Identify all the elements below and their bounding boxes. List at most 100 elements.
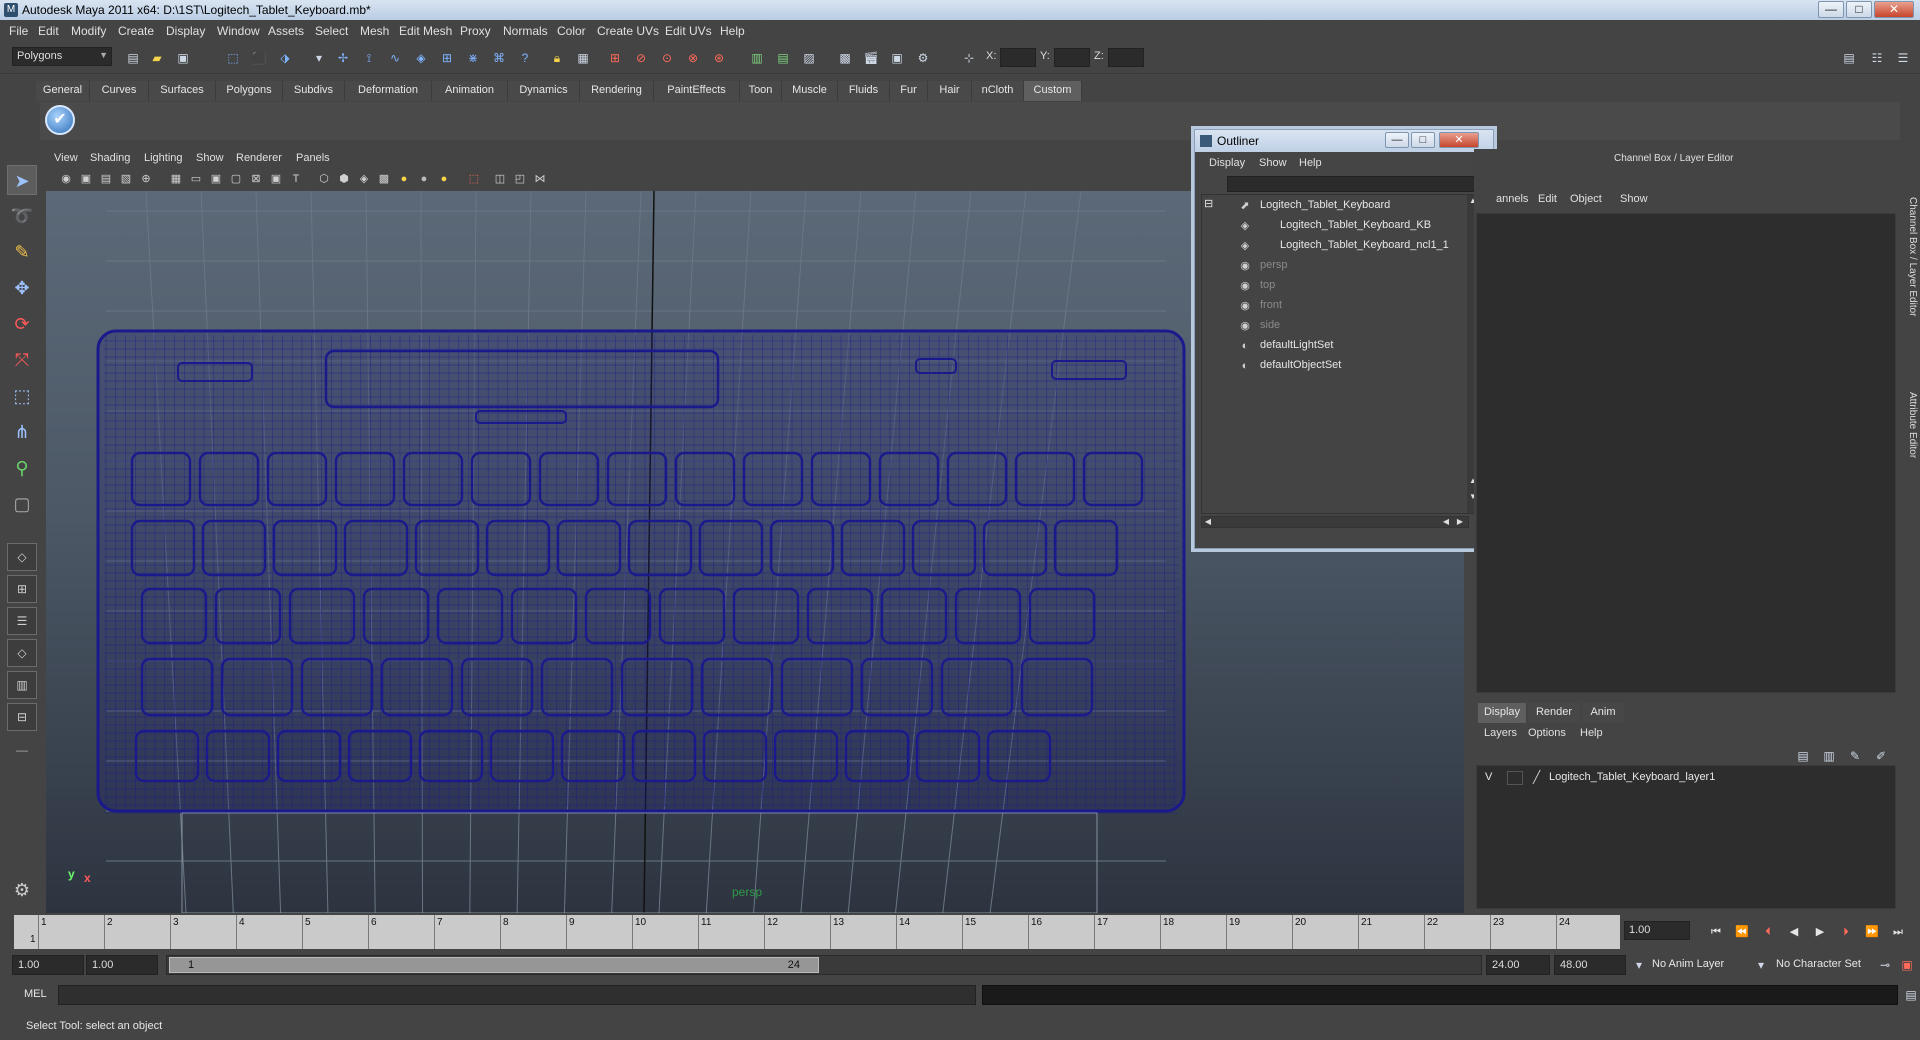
animation-preferences-icon[interactable]: ▣ (1898, 956, 1916, 974)
snap-grid-icon[interactable]: ⊞ (606, 49, 624, 67)
viewport-menu-shading[interactable]: Shading (90, 152, 130, 164)
menu-create-uvs[interactable]: Create UVs (597, 24, 659, 38)
menu-proxy[interactable]: Proxy (460, 24, 491, 38)
make-live-icon[interactable]: ⊛ (710, 49, 728, 67)
menu-assets[interactable]: Assets (268, 24, 304, 38)
bookmark-icon[interactable]: ▤ (98, 171, 114, 187)
step-forward-key-icon[interactable]: ⏩ (1864, 924, 1880, 940)
outliner-maximize-button[interactable]: □ (1411, 132, 1435, 148)
outliner-close-button[interactable]: ✕ (1439, 132, 1479, 148)
time-slider[interactable]: 1 2 3 4 5 6 7 8 9 10 11 12 13 14 15 16 17 18 19 20 21 22 23 24 … (14, 915, 1620, 949)
xray-icon[interactable]: ◫ (492, 171, 508, 187)
layer-tab-anim[interactable]: Anim (1582, 703, 1624, 723)
side-tab-attribute-editor[interactable]: Attribute Editor (1902, 365, 1918, 485)
transform-field-icon[interactable]: ⊹ (960, 49, 978, 67)
viewport-menu-renderer[interactable]: Renderer (236, 152, 282, 164)
toggle-attribute-editor-icon[interactable]: ▤ (1840, 49, 1858, 67)
paint-select-tool-icon[interactable]: ✎ (7, 237, 37, 267)
select-surfaces-icon[interactable]: ◈ (412, 49, 430, 67)
select-object-icon[interactable]: ⬛ (250, 49, 268, 67)
shelf-tab-polygons[interactable]: Polygons (216, 81, 283, 101)
move-layer-up-icon[interactable]: ✎ (1846, 747, 1864, 765)
outliner-item[interactable]: ◉ side (1202, 317, 1462, 335)
step-back-frame-icon[interactable]: ⏴ (1760, 924, 1776, 940)
step-back-key-icon[interactable]: ⏪ (1734, 924, 1750, 940)
mask-dropdown-icon[interactable]: ▾ (310, 49, 328, 67)
move-tool-icon[interactable]: ✥ (7, 273, 37, 303)
persp-graph-layout-icon[interactable]: ◇ (7, 639, 37, 667)
select-component-icon[interactable]: ⬗ (276, 49, 294, 67)
snap-curve-icon[interactable]: ⊘ (632, 49, 650, 67)
range-slider[interactable]: 1 24 (166, 955, 1482, 975)
new-layer-icon[interactable]: ▤ (1794, 747, 1812, 765)
outliner-horizontal-scrollbar[interactable]: ◀ ◀ ▶ (1201, 516, 1469, 528)
grid-toggle-icon[interactable]: ▦ (168, 171, 184, 187)
more-layouts-icon[interactable]: — (7, 735, 37, 765)
toggle-channel-box-icon[interactable]: ☰ (1894, 49, 1912, 67)
input-ops-icon[interactable]: ▥ (748, 49, 766, 67)
menu-edit-mesh[interactable]: Edit Mesh (399, 24, 452, 38)
outliner-item[interactable]: ◈ Logitech_Tablet_Keyboard_ncl1_1 (1202, 237, 1462, 255)
soft-mod-tool-icon[interactable]: ⋔ (7, 417, 37, 447)
viewport-menu-lighting[interactable]: Lighting (144, 152, 183, 164)
universal-manipulator-icon[interactable]: ⬚ (7, 381, 37, 411)
hq-render-icon[interactable]: ● (436, 171, 452, 187)
y-field[interactable] (1054, 48, 1090, 67)
highlight-selection-icon[interactable]: ▦ (574, 49, 592, 67)
safe-title-icon[interactable]: T (288, 171, 304, 187)
snap-view-plane-icon[interactable]: ⊗ (684, 49, 702, 67)
textured-icon[interactable]: ▩ (376, 171, 392, 187)
side-tab-channel-box[interactable]: Channel Box / Layer Editor (1902, 157, 1918, 357)
image-plane-icon[interactable]: ▧ (118, 171, 134, 187)
scale-tool-icon[interactable]: ⤧ (7, 345, 37, 375)
outliner-item[interactable]: ◐ defaultLightSet (1202, 337, 1462, 355)
menu-normals[interactable]: Normals (503, 24, 548, 38)
outliner-item[interactable]: ◐ defaultObjectSet (1202, 357, 1462, 375)
channel-box-area[interactable] (1476, 213, 1896, 693)
output-ops-icon[interactable]: ▤ (774, 49, 792, 67)
outliner-menu-help[interactable]: Help (1299, 157, 1322, 169)
quick-layout-icon[interactable]: ⚙ (7, 875, 37, 905)
close-button[interactable]: ✕ (1874, 1, 1914, 18)
character-set-dropdown[interactable]: No Character Set (1776, 958, 1861, 970)
scroll-right-icon[interactable]: ▶ (1454, 516, 1466, 528)
layer-list[interactable]: V ╱ Logitech_Tablet_Keyboard_layer1 (1476, 765, 1896, 909)
select-rendering-icon[interactable]: ⌘ (490, 49, 508, 67)
outliner-item[interactable]: ⬈ Logitech_Tablet_Keyboard (1202, 197, 1462, 215)
menu-color[interactable]: Color (557, 24, 586, 38)
construction-history-icon[interactable]: ▨ (800, 49, 818, 67)
smooth-shade-icon[interactable]: ⬢ (336, 171, 352, 187)
outliner-persp-layout-icon[interactable]: ☰ (7, 607, 37, 635)
resolution-gate-icon[interactable]: ▣ (208, 171, 224, 187)
outliner-item[interactable]: ◈ Logitech_Tablet_Keyboard_KB (1202, 217, 1462, 235)
last-tool-icon[interactable]: ▢ (7, 489, 37, 519)
menu-help[interactable]: Help (720, 24, 745, 38)
snap-point-icon[interactable]: ⊙ (658, 49, 676, 67)
shelf-tab-fluids[interactable]: Fluids (838, 81, 890, 101)
menu-mesh[interactable]: Mesh (360, 24, 389, 38)
anim-layer-dropdown[interactable]: No Anim Layer (1652, 958, 1724, 970)
shelf-tab-animation[interactable]: Animation (432, 81, 508, 101)
rotate-tool-icon[interactable]: ⟳ (7, 309, 37, 339)
new-scene-icon[interactable]: ▤ (124, 49, 142, 67)
use-all-lights-icon[interactable]: ● (396, 171, 412, 187)
safe-action-icon[interactable]: ▣ (268, 171, 284, 187)
shelf-tab-surfaces[interactable]: Surfaces (149, 81, 216, 101)
shadows-icon[interactable]: ● (416, 171, 432, 187)
shelf-tab-deformation[interactable]: Deformation (345, 81, 432, 101)
toggle-tool-settings-icon[interactable]: ☷ (1868, 49, 1886, 67)
layer-playback-toggle[interactable] (1507, 771, 1523, 785)
checkmark-shelf-icon[interactable]: ✔ (45, 105, 75, 135)
select-misc-icon[interactable]: ? (516, 49, 534, 67)
shelf-tab-curves[interactable]: Curves (90, 81, 149, 101)
field-chart-icon[interactable]: ⊠ (248, 171, 264, 187)
hypershade-layout-icon[interactable]: ▥ (7, 671, 37, 699)
select-curves-icon[interactable]: ∿ (386, 49, 404, 67)
menu-modify[interactable]: Modify (71, 24, 106, 38)
auto-key-icon[interactable]: ⊸ (1876, 956, 1894, 974)
channel-menu-edit[interactable]: Edit (1538, 193, 1557, 205)
playback-start-field[interactable]: 1.00 (86, 955, 158, 975)
layer-visibility-toggle[interactable]: V (1485, 771, 1499, 785)
channel-menu-channels[interactable]: annels (1496, 193, 1528, 205)
shelf-tab-hair[interactable]: Hair (928, 81, 972, 101)
